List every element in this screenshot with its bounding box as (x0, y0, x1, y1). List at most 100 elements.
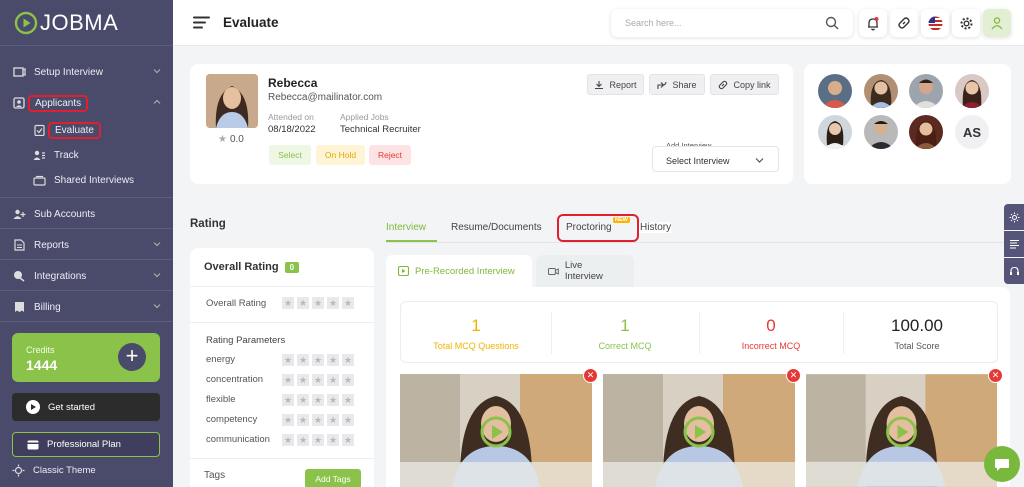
rating-panel: Overall Rating 0 Overall Rating ★ ★ ★ ★ ★ Ra… (190, 248, 374, 487)
chat-button[interactable] (984, 446, 1020, 482)
add-interview-value: Select Interview (666, 156, 730, 166)
link-button[interactable] (890, 9, 918, 37)
subtab-pre-recorded-interview[interactable]: Pre-Recorded Interview (386, 255, 532, 287)
gear-icon (960, 17, 972, 29)
logo-play-icon (14, 11, 38, 35)
param-flexible: flexible (206, 394, 236, 405)
applied-jobs-label: Applied Jobs (340, 112, 389, 122)
search-input[interactable]: Search here... (611, 9, 853, 37)
applicant-avatar[interactable] (909, 115, 943, 149)
sidebar-item-applicants[interactable]: Applicants (12, 94, 161, 112)
sidebar-item-label: Sub Accounts (34, 208, 96, 220)
stat-label: Total Score (894, 341, 940, 351)
applicant-avatar-initials[interactable]: AS (955, 115, 989, 149)
applicant-avatar[interactable] (955, 74, 989, 108)
sidebar-item-shared-interviews[interactable]: Shared Interviews (32, 171, 161, 189)
attended-label: Attended on (268, 112, 314, 122)
select-button[interactable]: Select (269, 145, 311, 165)
applicant-avatar[interactable] (864, 115, 898, 149)
get-started-label: Get started (48, 401, 95, 413)
applicants-icon (12, 96, 26, 110)
applicant-avatar[interactable] (818, 74, 852, 108)
param-stars[interactable]: ★ ★ ★ ★ ★ (282, 394, 354, 406)
divider (190, 286, 374, 287)
integrations-icon (12, 269, 26, 283)
sidebar-item-evaluate[interactable]: Evaluate (32, 121, 161, 139)
stat-total-mcq: 1 Total MCQ Questions (401, 302, 551, 364)
chevron-down-icon (153, 242, 161, 247)
param-competency: competency (206, 414, 258, 425)
param-stars[interactable]: ★ ★ ★ ★ ★ (282, 414, 354, 426)
chevron-up-icon (153, 99, 161, 104)
applicant-avatar[interactable] (909, 74, 943, 108)
headset-icon (1009, 266, 1019, 275)
reports-icon (12, 238, 26, 252)
add-credits-button[interactable]: + (118, 343, 146, 371)
profile-button[interactable] (983, 9, 1011, 37)
candidate-card: ★ 0.0 Rebecca Rebecca@mailinator.com Att… (190, 64, 793, 184)
new-badge: NEW (613, 217, 630, 223)
applicant-avatar[interactable] (864, 74, 898, 108)
video-thumbnail[interactable] (806, 374, 997, 487)
professional-plan-button[interactable]: Professional Plan (12, 432, 160, 457)
sidebar-item-sub-accounts[interactable]: Sub Accounts (12, 205, 161, 223)
on-hold-button[interactable]: On Hold (316, 145, 365, 165)
support-tool-button[interactable] (1004, 258, 1024, 284)
param-stars[interactable]: ★ ★ ★ ★ ★ (282, 434, 354, 446)
video-thumbnail[interactable] (400, 374, 592, 487)
copy-link-button[interactable]: Copy link (710, 74, 779, 95)
stat-value: 1 (471, 316, 481, 335)
add-tags-button[interactable]: Add Tags (305, 469, 361, 487)
subtab-live-interview[interactable]: Live Interview (536, 255, 634, 287)
tab-resume-documents[interactable]: Resume/Documents (451, 222, 542, 233)
language-button[interactable] (921, 9, 949, 37)
sidebar-item-reports[interactable]: Reports (12, 236, 161, 254)
remove-video-button[interactable]: ✕ (786, 368, 801, 383)
param-stars[interactable]: ★ ★ ★ ★ ★ (282, 374, 354, 386)
bell-icon (868, 16, 879, 30)
chevron-down-icon (153, 273, 161, 278)
divider (190, 322, 374, 323)
sub-accounts-icon (12, 207, 26, 221)
sidebar-item-track[interactable]: Track (32, 146, 161, 164)
remove-video-button[interactable]: ✕ (988, 368, 1003, 383)
evaluate-icon (32, 123, 46, 137)
get-started-button[interactable]: Get started (12, 393, 160, 421)
tab-divider (386, 242, 1006, 243)
param-stars[interactable]: ★ ★ ★ ★ ★ (282, 354, 354, 366)
us-flag-icon (928, 16, 942, 30)
overall-rating-stars[interactable]: ★ ★ ★ ★ ★ (282, 297, 354, 309)
rating-section-title: Rating (190, 218, 226, 230)
tab-history[interactable]: History (636, 222, 672, 233)
remove-video-button[interactable]: ✕ (583, 368, 598, 383)
sidebar-item-setup-interview[interactable]: Setup Interview (12, 63, 161, 81)
brightness-tool-button[interactable] (1004, 204, 1024, 230)
subtab-label: Live Interview (564, 260, 603, 282)
tab-interview[interactable]: Interview (386, 222, 426, 233)
report-button[interactable]: Report (587, 74, 644, 95)
play-icon (26, 400, 40, 414)
share-button[interactable]: Share (649, 74, 705, 95)
jobma-logo[interactable]: JOBMA (14, 10, 118, 36)
sidebar-item-integrations[interactable]: Integrations (12, 267, 161, 285)
add-interview-select[interactable]: Select Interview (652, 146, 779, 172)
applicant-avatar[interactable] (818, 115, 852, 149)
settings-button[interactable] (952, 9, 980, 37)
sidebar-item-label: Applicants (28, 94, 89, 112)
copy-link-label: Copy link (733, 79, 771, 90)
video-thumbnail[interactable] (603, 374, 795, 487)
video-icon (398, 266, 409, 276)
overall-rating-title: Overall Rating 0 (204, 261, 300, 273)
classic-theme-toggle[interactable]: Classic Theme (12, 464, 96, 477)
mcq-stats: 1 Total MCQ Questions 1 Correct MCQ 0 In… (400, 301, 998, 363)
link-icon (719, 80, 728, 89)
search-icon[interactable] (825, 16, 839, 30)
reject-button[interactable]: Reject (369, 145, 411, 165)
notes-tool-button[interactable] (1004, 231, 1024, 257)
sun-icon (1009, 212, 1019, 222)
sidebar-item-billing[interactable]: Billing (12, 298, 161, 316)
sidebar-item-label: Track (54, 149, 79, 161)
brand-name: JOBMA (40, 10, 119, 35)
notifications-button[interactable] (859, 9, 887, 37)
menu-toggle-icon[interactable] (193, 16, 210, 29)
